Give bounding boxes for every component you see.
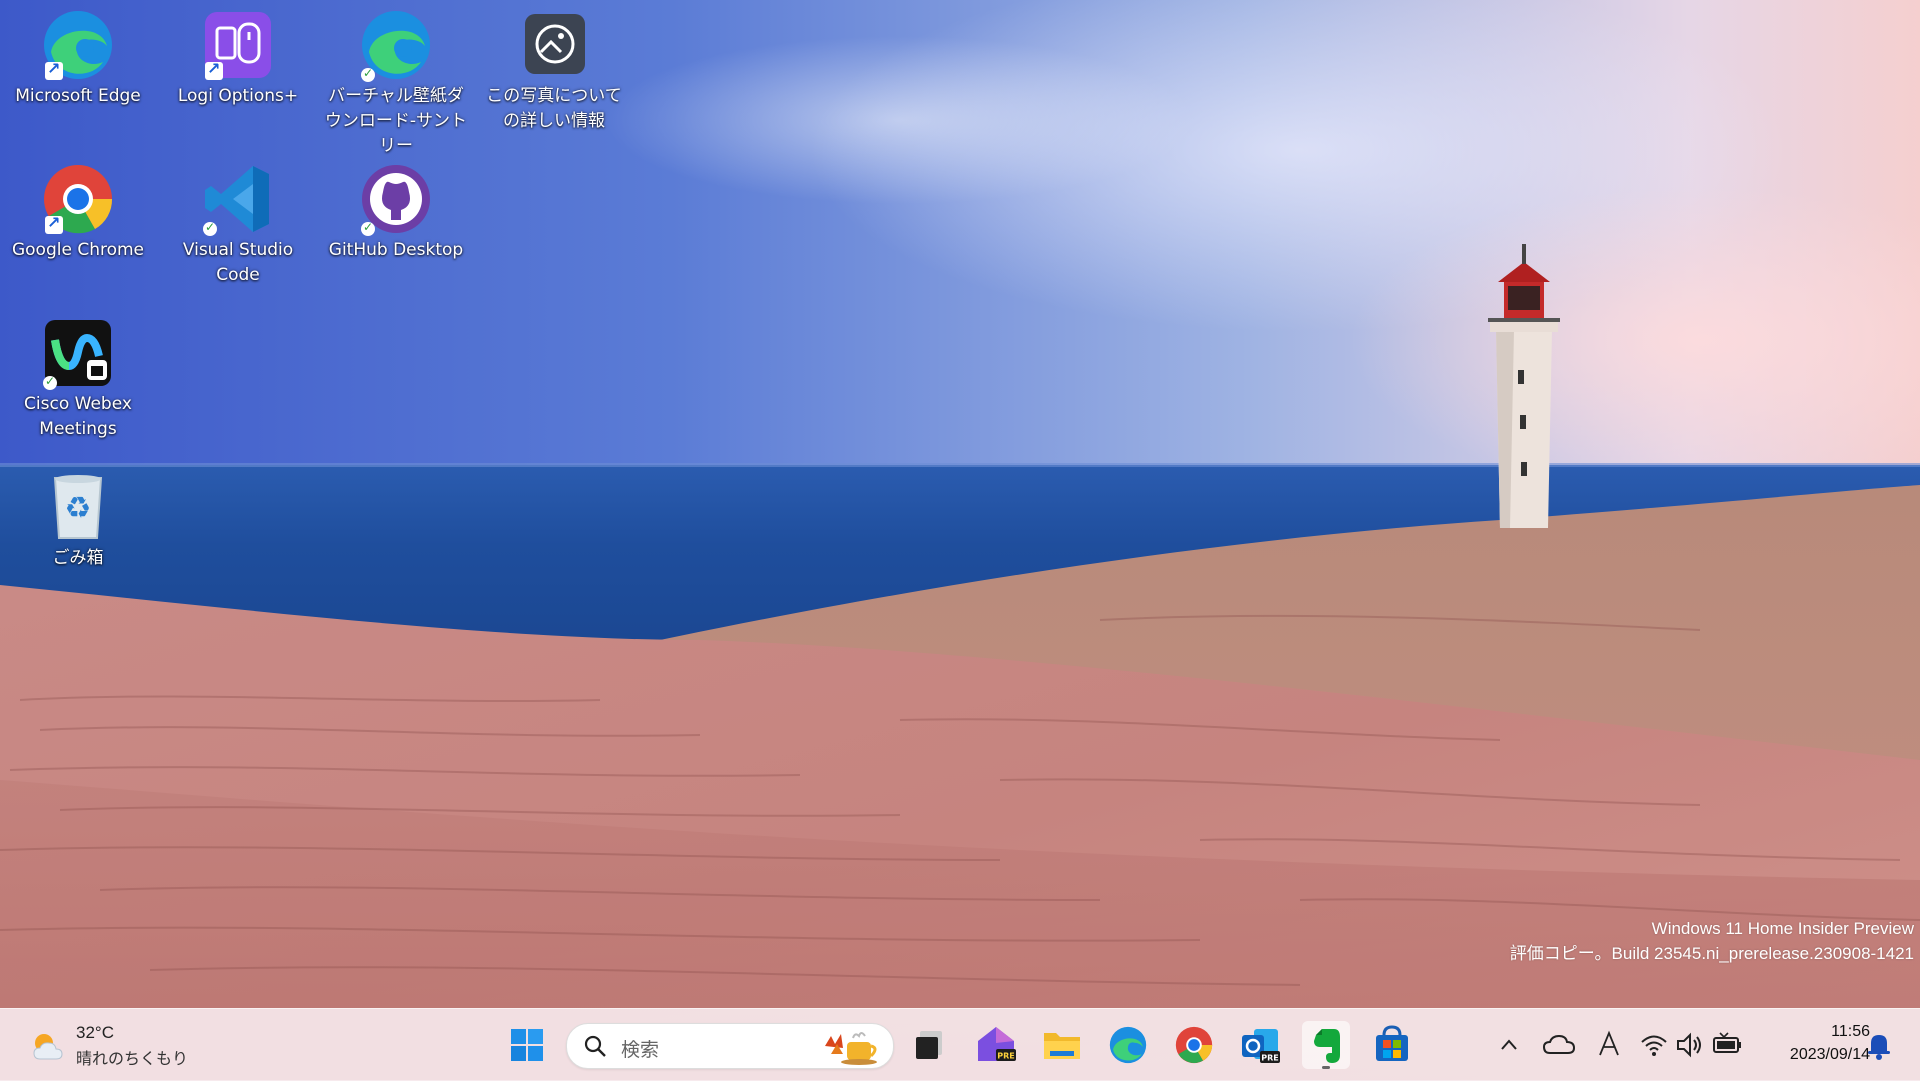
wifi-icon: [1641, 1035, 1667, 1056]
tray-volume[interactable]: [1674, 1025, 1706, 1065]
wallpaper-lighthouse: [1488, 244, 1560, 528]
edge-icon: [41, 8, 115, 82]
edge-icon: [359, 8, 433, 82]
microsoft-store-icon: [1376, 1025, 1408, 1061]
evernote-icon: [1314, 1029, 1340, 1063]
weather-condition: 晴れのちくもり: [76, 1051, 189, 1068]
ime-icon: [1599, 1030, 1619, 1056]
desktop-icon-label: Visual Studio Code: [182, 240, 294, 285]
desktop-icon-label: ごみ箱: [52, 548, 104, 568]
desktop-icon-recycle-bin[interactable]: ♻ ごみ箱: [2, 466, 154, 571]
windows-build-watermark: Windows 11 Home Insider Preview 評価コピー。Bu…: [1510, 916, 1914, 966]
dev-home-preview-icon: PRE: [978, 1027, 1016, 1061]
desktop-icon-edge[interactable]: Microsoft Edge: [2, 4, 154, 109]
desktop-icon-webex[interactable]: Cisco Webex Meetings: [2, 312, 154, 442]
svg-text:♻: ♻: [65, 491, 92, 526]
desktop-icon-logi-options[interactable]: Logi Options+: [162, 4, 314, 109]
file-explorer-icon: [1044, 1033, 1080, 1059]
taskbar: 32°C 晴れのちくもり 検索 PRE PRE 11:56 2023/09/14: [0, 1008, 1920, 1081]
notification-bell-icon: [1868, 1035, 1890, 1060]
weather-temperature: 32°C: [76, 1023, 114, 1042]
shortcut-overlay-icon: [45, 213, 63, 234]
chrome-icon: [41, 162, 115, 236]
taskbar-microsoft-store[interactable]: [1368, 1021, 1416, 1069]
desktop-icon-label: バーチャル壁紙ダウンロード-サントリー: [324, 86, 468, 156]
notification-bell-button[interactable]: [1862, 1025, 1896, 1065]
search-icon: [584, 1035, 606, 1057]
taskbar-file-explorer[interactable]: [1038, 1021, 1086, 1069]
github-icon: [359, 162, 433, 236]
tray-onedrive[interactable]: [1542, 1025, 1576, 1065]
desktop-icon-github-desktop[interactable]: GitHub Desktop: [320, 158, 472, 263]
tray-ime[interactable]: [1594, 1025, 1624, 1065]
chevron-up-icon: [1501, 1039, 1517, 1050]
start-button[interactable]: [503, 1021, 551, 1069]
clock-time: 11:56: [1831, 1023, 1870, 1040]
task-view-button[interactable]: [906, 1021, 954, 1069]
volume-icon: [1677, 1032, 1701, 1058]
desktop-icon-chrome[interactable]: Google Chrome: [2, 158, 154, 263]
weather-widget[interactable]: 32°C 晴れのちくもり: [26, 1021, 196, 1069]
taskbar-edge[interactable]: [1104, 1021, 1152, 1069]
onedrive-icon: [1542, 1034, 1576, 1054]
desktop-icon-label: GitHub Desktop: [328, 240, 464, 260]
evernote-running-indicator: [1322, 1066, 1330, 1069]
shortcut-overlay-icon: [45, 59, 63, 80]
task-view-icon: [916, 1031, 942, 1059]
taskbar-chrome[interactable]: [1170, 1021, 1218, 1069]
sync-status-icon: [203, 220, 217, 236]
taskbar-clock[interactable]: 11:56 2023/09/14: [1750, 1021, 1870, 1067]
desktop-icon-label: この写真についての詳しい情報: [486, 86, 622, 131]
recycle-bin-icon: ♻: [41, 470, 115, 544]
svg-text:PRE: PRE: [997, 1052, 1015, 1061]
desktop-icon-label: Microsoft Edge: [15, 86, 141, 106]
clock-date: 2023/09/14: [1789, 1046, 1870, 1063]
desktop-icon-label: Cisco Webex Meetings: [24, 394, 132, 439]
edge-icon: [1109, 1026, 1147, 1064]
battery-icon: [1713, 1032, 1741, 1053]
outlook-preview-icon: PRE: [1242, 1029, 1280, 1063]
photo-info-icon: [517, 8, 591, 82]
desktop-icon-vscode[interactable]: Visual Studio Code: [162, 158, 314, 288]
webex-icon: [41, 316, 115, 390]
search-placeholder: 検索: [621, 1040, 660, 1061]
taskbar-dev-home-preview[interactable]: PRE: [972, 1021, 1020, 1069]
partly-cloudy-icon: [33, 1034, 63, 1060]
desktop-icon-label: Logi Options+: [177, 86, 299, 106]
desktop-icon-suntory-wallpaper[interactable]: バーチャル壁紙ダウンロード-サントリー: [320, 4, 472, 159]
sync-status-icon: [361, 220, 375, 236]
sync-status-icon: [43, 374, 57, 390]
tray-battery[interactable]: [1710, 1025, 1744, 1065]
taskbar-evernote[interactable]: [1302, 1021, 1350, 1069]
tray-overflow-button[interactable]: [1494, 1025, 1524, 1065]
sync-status-icon: [361, 66, 375, 82]
chrome-icon: [1175, 1026, 1213, 1064]
wallpaper-sand-ripples: [0, 614, 1920, 986]
watermark-build: 評価コピー。Build 23545.ni_prerelease.230908-1…: [1509, 944, 1914, 963]
logi-options-icon: [201, 8, 275, 82]
taskbar-outlook-preview[interactable]: PRE: [1236, 1021, 1284, 1069]
vscode-icon: [201, 162, 275, 236]
desktop-icon-photo-info[interactable]: この写真についての詳しい情報: [478, 4, 630, 134]
desktop-icon-label: Google Chrome: [11, 240, 145, 260]
watermark-edition: Windows 11 Home Insider Preview: [1651, 919, 1914, 938]
tray-network[interactable]: [1638, 1025, 1670, 1065]
svg-text:PRE: PRE: [1261, 1054, 1279, 1063]
start-icon: [511, 1029, 543, 1061]
taskbar-search-box[interactable]: 検索: [566, 1023, 894, 1069]
search-highlight-autumn-icon: [825, 1032, 877, 1065]
shortcut-overlay-icon: [205, 59, 223, 80]
